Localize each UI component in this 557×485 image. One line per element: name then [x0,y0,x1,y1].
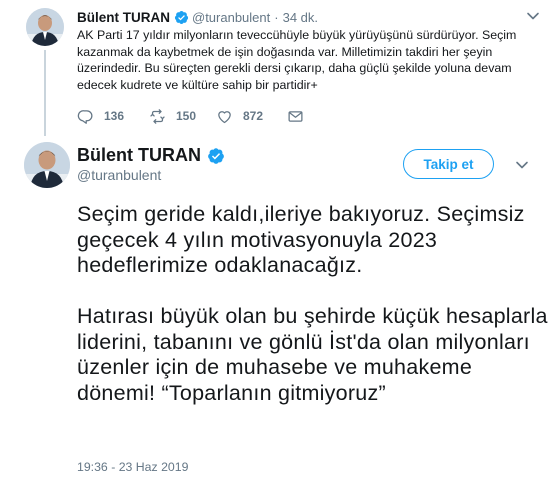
envelope-icon [288,110,303,122]
reply-count: 136 [104,109,125,123]
parent-tweet-text: AK Parti 17 yıldır milyonların teveccühü… [77,28,517,92]
avatar-icon [26,8,64,46]
parent-tweet-header: Bülent TURAN @turanbulent · 34 dk. [77,8,318,26]
tweet-timestamp[interactable]: 19:36 - 23 Haz 2019 [77,460,188,474]
retweet-button[interactable]: 150 [149,108,216,125]
parent-tweet[interactable]: Bülent TURAN @turanbulent · 34 dk. AK Pa… [0,0,557,140]
follow-button[interactable]: Takip et [403,149,494,179]
chevron-down-icon[interactable] [525,10,541,22]
retweet-count: 150 [176,109,197,123]
reply-icon [77,109,93,124]
thread-connector-line [44,50,46,136]
parent-tweet-actions: 136 150 872 [77,107,307,125]
parent-tweet-time[interactable]: 34 dk. [283,10,318,25]
parent-avatar[interactable] [26,8,64,46]
avatar-icon [24,142,70,188]
parent-author-handle[interactable]: @turanbulent [192,10,270,25]
chevron-down-icon[interactable] [514,159,530,171]
main-author-handle[interactable]: @turanbulent [77,167,161,183]
heart-icon [218,110,231,123]
parent-author-name[interactable]: Bülent TURAN [77,10,170,25]
verified-badge-icon [174,10,189,24]
main-author-name[interactable]: Bülent TURAN [77,145,201,166]
separator-dot: · [274,9,279,25]
main-author-name-row: Bülent TURAN [77,145,228,166]
tweet-paragraph: Seçim geride kaldı,ileriye bakıyoruz. Se… [77,202,525,277]
reply-button[interactable]: 136 [77,108,149,125]
main-tweet-text: Seçim geride kaldı,ileriye bakıyoruz. Se… [77,202,552,406]
verified-badge-icon [208,147,224,164]
retweet-icon [150,108,165,124]
like-count: 872 [243,109,264,123]
tweet-paragraph: Hatırası büyük olan bu şehirde küçük hes… [77,304,548,405]
main-avatar[interactable] [24,142,70,188]
direct-message-button[interactable] [287,108,307,125]
like-button[interactable]: 872 [216,108,287,125]
